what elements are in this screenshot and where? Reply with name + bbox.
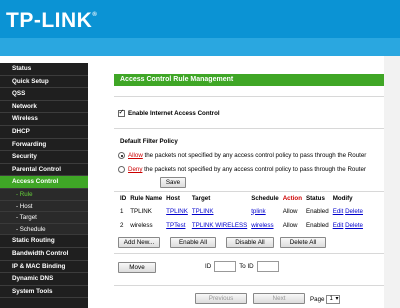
sidebar-item-dynamic-dns[interactable]: Dynamic DNS [0, 273, 88, 286]
deny-word: Deny [128, 166, 143, 173]
col-status: Status [305, 195, 325, 202]
divider [114, 285, 384, 286]
col-rule-name: Rule Name [130, 195, 163, 202]
to-id-input[interactable] [256, 261, 279, 272]
sidebar-item-qss[interactable]: QSS [0, 88, 88, 101]
allow-policy-text: the packets not specified by any access … [142, 152, 367, 159]
sidebar-item-bandwidth-control[interactable]: Bandwidth Control [0, 248, 88, 261]
sidebar-subitem-target[interactable]: - Target [0, 212, 88, 224]
allow-policy-row: Allow the packets not specified by any a… [118, 152, 366, 159]
default-filter-policy-label: Default Filter Policy [120, 138, 178, 145]
cell-id: 2 [120, 221, 124, 229]
enable-access-control-label: Enable Internet Access Control [128, 110, 220, 117]
to-id-label: To ID [239, 263, 254, 270]
col-host: Host [166, 195, 180, 202]
sidebar-item-dhcp[interactable]: DHCP [0, 126, 88, 139]
enable-all-button[interactable]: Enable All [170, 237, 216, 248]
sidebar-item-quick-setup[interactable]: Quick Setup [0, 76, 88, 89]
deny-policy-radio[interactable] [118, 166, 125, 173]
sidebar-subitem-schedule[interactable]: - Schedule [0, 223, 88, 236]
allow-word: Allow [128, 152, 143, 159]
right-gutter [384, 56, 400, 308]
sidebar-item-wireless[interactable]: Wireless [0, 113, 88, 126]
host-link[interactable]: TPTest [166, 222, 185, 229]
sidebar-item-ip-mac-binding[interactable]: IP & MAC Binding [0, 261, 88, 274]
page-title: Access Control Rule Management [114, 74, 384, 86]
cell-id: 1 [120, 207, 124, 215]
deny-policy-row: Deny the packets not specified by any ac… [118, 166, 366, 173]
from-id-input[interactable] [214, 261, 237, 272]
sidebar-item-system-tools[interactable]: System Tools [0, 286, 88, 299]
cell-action: Allow [282, 207, 298, 215]
rules-table: ID Rule Name Host Target Schedule Action… [118, 193, 365, 232]
page-label: Page [310, 296, 325, 303]
move-button[interactable]: Move [118, 262, 156, 273]
col-action: Action [282, 195, 302, 202]
table-row: 2 wireless TPTest TPLINK WIRELESS wirele… [118, 218, 365, 232]
col-target: Target [191, 195, 211, 202]
sidebar-nav: Status Quick Setup QSS Network Wireless … [0, 63, 88, 308]
schedule-link[interactable]: tplink [251, 208, 265, 215]
cell-status: Enabled [305, 207, 329, 215]
add-new-button[interactable]: Add New... [118, 237, 160, 248]
allow-policy-radio[interactable] [118, 152, 125, 159]
target-link[interactable]: TPLINK [192, 208, 214, 215]
sidebar-item-static-routing[interactable]: Static Routing [0, 235, 88, 248]
id-label: ID [205, 263, 212, 270]
next-page-button[interactable]: Next [253, 293, 305, 304]
divider [114, 96, 384, 97]
enable-access-control-checkbox[interactable] [118, 108, 125, 117]
header-banner: TP-LINK® [0, 0, 400, 56]
cell-status: Enabled [305, 221, 329, 229]
host-link[interactable]: TPLINK [166, 208, 188, 215]
divider [114, 253, 384, 254]
sidebar-item-status[interactable]: Status [0, 63, 88, 76]
move-id-row: ID To ID [205, 261, 279, 272]
sidebar-subitem-host[interactable]: - Host [0, 200, 88, 213]
cell-rule-name: TPLINK [130, 207, 152, 215]
header-swoosh [0, 38, 400, 56]
sidebar-item-security[interactable]: Security [0, 151, 88, 164]
previous-page-button[interactable]: Previous [195, 293, 247, 304]
col-schedule: Schedule [251, 195, 279, 202]
disable-all-button[interactable]: Disable All [226, 237, 274, 248]
delete-link[interactable]: Delete [345, 222, 363, 229]
sidebar-item-access-control[interactable]: Access Control [0, 176, 88, 189]
cell-action: Allow [282, 221, 298, 229]
page-select[interactable]: 1 [326, 295, 341, 304]
table-header-row: ID Rule Name Host Target Schedule Action… [118, 193, 365, 204]
table-row: 1 TPLINK TPLINK TPLINK tplink Allow Enab… [118, 204, 365, 218]
edit-link[interactable]: Edit [333, 208, 344, 215]
col-modify: Modify [332, 195, 353, 202]
deny-policy-text: the packets not specified by any access … [142, 166, 367, 173]
target-link[interactable]: TPLINK WIRELESS [192, 222, 247, 229]
delete-link[interactable]: Delete [345, 208, 363, 215]
divider [114, 128, 384, 129]
sidebar-item-parental-control[interactable]: Parental Control [0, 164, 88, 177]
deny-policy-label: Deny the packets not specified by any ac… [128, 166, 366, 173]
schedule-link[interactable]: wireless [251, 222, 273, 229]
sidebar-item-network[interactable]: Network [0, 101, 88, 114]
enable-access-control-row: Enable Internet Access Control [118, 108, 220, 117]
edit-link[interactable]: Edit [333, 222, 344, 229]
tp-link-logo: TP-LINK® [6, 9, 98, 32]
delete-all-button[interactable]: Delete All [280, 237, 326, 248]
divider [114, 191, 384, 192]
sidebar-item-forwarding[interactable]: Forwarding [0, 139, 88, 152]
sidebar-subitem-rule[interactable]: - Rule [0, 188, 88, 201]
cell-rule-name: wireless [130, 221, 153, 229]
page-selector: Page 1 [310, 295, 341, 304]
col-id: ID [120, 195, 127, 202]
save-button[interactable]: Save [160, 177, 186, 188]
allow-policy-label: Allow the packets not specified by any a… [128, 152, 366, 159]
